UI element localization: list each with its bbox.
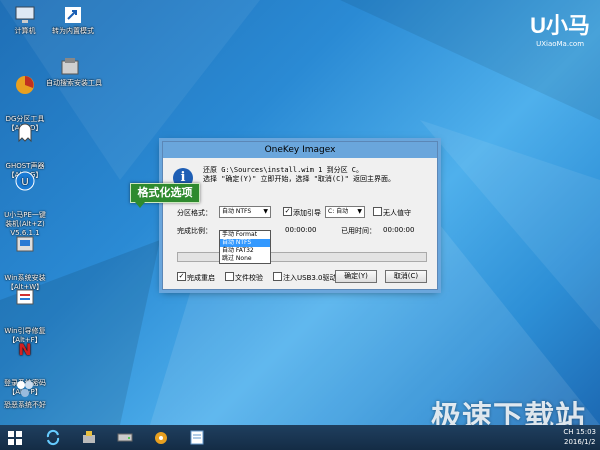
desktop-icon-label: 恐恶系统不好 <box>4 401 46 409</box>
chevron-down-icon: ▼ <box>263 208 268 215</box>
verify-label: 文件校验 <box>235 274 263 282</box>
tray-time: 15:03 <box>575 428 596 436</box>
installer-icon: U <box>15 171 35 191</box>
desktop-icon-auto-install[interactable]: 自动搜索安装工具 <box>46 56 102 88</box>
partition-format-value: 自动 NTFS <box>222 208 252 215</box>
system-icon <box>17 381 33 397</box>
dialog-message: 还原 G:\Sources\install.wim 1 到分区 C。 选择 "确… <box>203 166 395 184</box>
tool-icon[interactable] <box>80 429 98 446</box>
taskbar: CH 15:03 2016/1/2 <box>0 425 600 450</box>
add-boot-checkbox[interactable]: ✓ <box>283 207 292 216</box>
usb3-checkbox[interactable] <box>273 272 282 281</box>
no-prompt-label: 无人值守 <box>383 209 411 217</box>
partition-tool-icon <box>16 76 34 94</box>
partition-format-dropdown: 手动 Format 自动 NTFS 自动 FAT32 跳过 None <box>219 230 271 264</box>
cancel-button[interactable]: 取消(C) <box>385 270 427 283</box>
brand-url: UXiaoMa.com <box>536 40 585 48</box>
remaining-time: 00:00:00 <box>285 226 317 234</box>
watermark-text: 极速下载站 <box>431 400 586 425</box>
tray-language: CH <box>563 428 574 436</box>
reboot-label: 完成重启 <box>187 274 215 282</box>
dropdown-option-none[interactable]: 跳过 None <box>220 255 270 263</box>
shortcut-icon <box>65 7 81 23</box>
dropdown-option-manual[interactable]: 手动 Format <box>220 231 270 239</box>
desktop-icon-label: 转为内置模式 <box>52 27 94 35</box>
verify-checkbox[interactable] <box>225 272 234 281</box>
drive-value: C: 自动 <box>328 208 349 215</box>
partition-format-label: 分区格式： <box>177 209 212 217</box>
auto-install-icon <box>61 58 79 75</box>
progress-label: 完成比例： <box>177 227 212 235</box>
settings-icon[interactable] <box>152 429 170 446</box>
desktop-icon-label: 自动搜索安装工具 <box>46 79 102 87</box>
ok-button[interactable]: 确定(Y) <box>335 270 377 283</box>
elapsed-label: 已用时间： <box>341 227 376 235</box>
partition-format-select[interactable]: 自动 NTFS ▼ <box>219 206 271 218</box>
desktop-icon-builtin[interactable]: 转为内置模式 <box>46 4 100 36</box>
win-install-icon <box>16 236 34 252</box>
desktop-icon-computer[interactable]: 计算机 <box>2 4 48 36</box>
start-icon[interactable] <box>6 429 24 446</box>
desktop-icon-system[interactable]: 恐恶系统不好 <box>2 378 48 410</box>
svg-text:U: U <box>21 177 28 188</box>
reboot-checkbox[interactable]: ✓ <box>177 272 186 281</box>
brand-logo: U小马 UXiaoMa.com <box>530 8 590 48</box>
format-options-callout: 格式化选项 <box>130 183 200 208</box>
notes-icon[interactable] <box>188 429 206 446</box>
svg-text:N: N <box>18 340 31 359</box>
chevron-down-icon: ▼ <box>357 208 362 215</box>
drive-icon[interactable] <box>116 429 134 446</box>
elapsed-time: 00:00:00 <box>383 226 415 234</box>
dropdown-option-fat32[interactable]: 自动 FAT32 <box>220 247 270 255</box>
refresh-icon[interactable] <box>44 429 62 446</box>
message-line-2: 选择 "确定(Y)" 立即开始，选择 "取消(C)" 返回主界面。 <box>203 175 396 183</box>
desktop-icon-label: 计算机 <box>14 27 36 35</box>
no-prompt-checkbox[interactable] <box>373 207 382 216</box>
onekey-imagex-dialog: OneKey Imagex i 还原 G:\Sources\install.wi… <box>162 141 438 290</box>
progress-bar <box>177 252 427 262</box>
brand-logo-text: U小马 <box>530 13 590 38</box>
dialog-title: OneKey Imagex <box>163 142 437 158</box>
computer-icon <box>15 6 35 23</box>
ghost-icon <box>18 123 32 143</box>
usb3-label: 注入USB3.0驱动 <box>283 274 337 282</box>
dropdown-option-ntfs[interactable]: 自动 NTFS <box>220 239 270 247</box>
add-boot-label: 添加引导 <box>293 209 321 217</box>
system-tray[interactable]: CH 15:03 2016/1/2 <box>563 427 596 447</box>
drive-select[interactable]: C: 自动 ▼ <box>325 206 365 218</box>
tray-date: 2016/1/2 <box>563 438 596 446</box>
message-line-1: 还原 G:\Sources\install.wim 1 到分区 C。 <box>203 166 364 174</box>
password-icon: N <box>18 340 31 359</box>
boot-repair-icon <box>16 289 34 305</box>
